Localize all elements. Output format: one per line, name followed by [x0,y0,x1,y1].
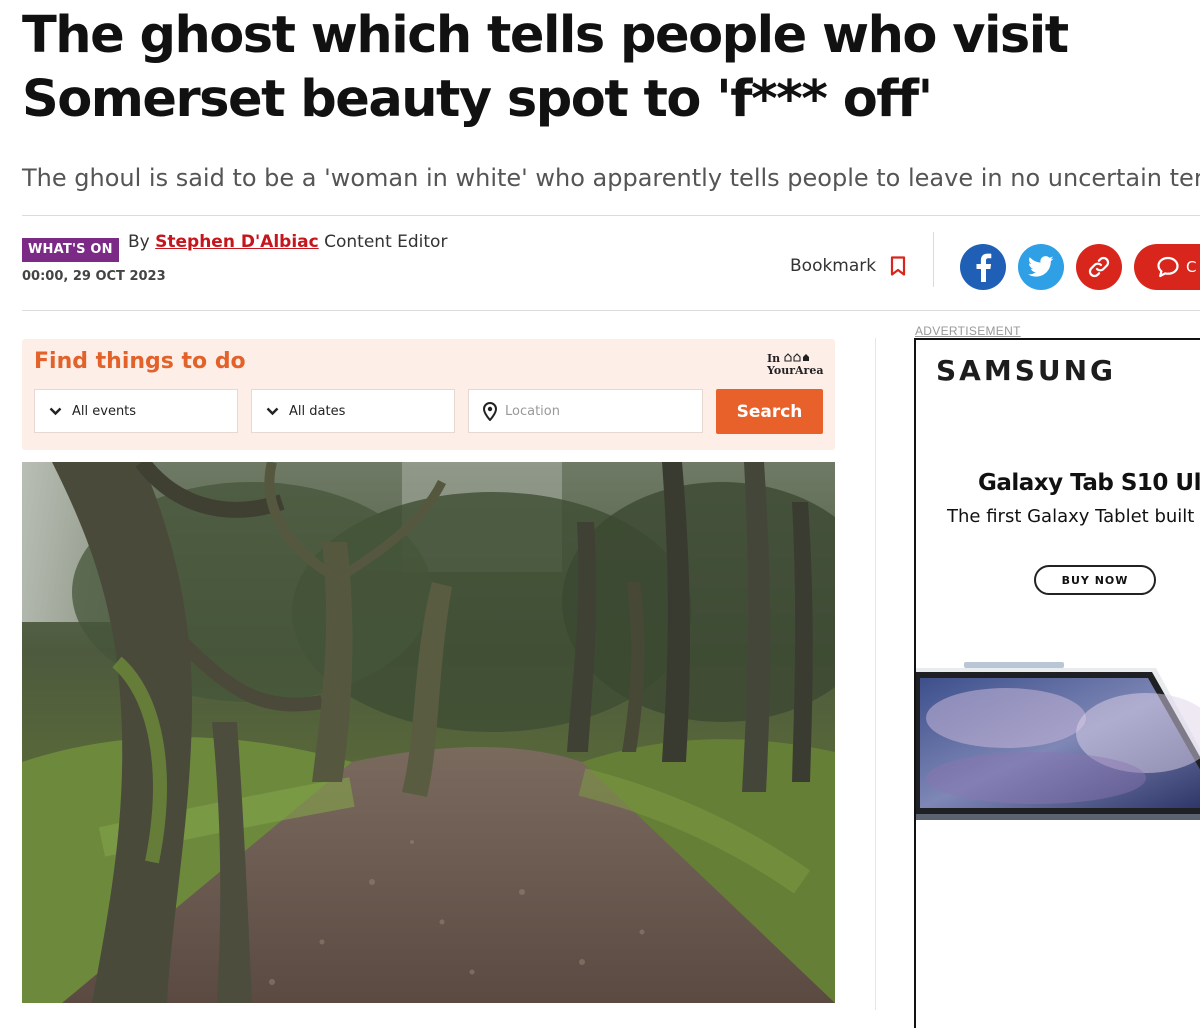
chevron-down-icon [49,407,62,416]
author-link[interactable]: Stephen D'Albiac [155,232,319,252]
location-placeholder: Location [505,403,560,419]
facebook-icon [972,252,994,282]
bookmark-icon [890,256,906,276]
dates-select[interactable]: All dates [251,389,455,433]
bookmark-label: Bookmark [790,256,877,276]
map-pin-icon [483,401,497,421]
samsung-advert[interactable]: SAMSUNG Galaxy Tab S10 Ultra The first G… [914,338,1200,1028]
sidebar-divider [875,338,876,1010]
author-role: Content Editor [324,232,448,252]
article-standfirst: The ghoul is said to be a 'woman in whit… [22,164,1200,192]
advert-product: Galaxy Tab S10 Ultra [978,470,1200,496]
speech-bubble-icon [1156,256,1180,278]
byline-prefix: By [128,232,150,252]
events-widget: Find things to do In YourArea All events… [22,339,835,450]
twitter-share-button[interactable] [1018,244,1064,290]
buy-now-button[interactable]: BUY NOW [1034,565,1156,595]
advertisement-label: ADVERTISEMENT [915,324,1021,338]
comments-label: C [1186,258,1197,276]
bookmark-button[interactable]: Bookmark [790,256,906,276]
events-select-value: All events [72,403,137,419]
dates-select-value: All dates [289,403,346,419]
byline: By Stephen D'Albiac Content Editor [128,232,447,252]
article-photo-woodland-path[interactable] [22,462,835,1003]
events-select[interactable]: All events [34,389,238,433]
facebook-share-button[interactable] [960,244,1006,290]
publish-date: 00:00, 29 OCT 2023 [22,269,166,284]
action-separator [933,232,934,287]
divider-bottom [22,310,1200,311]
article-headline: The ghost which tells people who visit S… [22,6,1069,129]
inyourarea-logo-line2: YourArea [767,364,824,377]
divider-top [22,215,1200,216]
chevron-down-icon [266,407,279,416]
link-icon [1087,255,1111,279]
section-badge[interactable]: WHAT'S ON [22,238,119,262]
location-input[interactable]: Location [468,389,703,433]
advert-brand-logo: SAMSUNG [936,354,1117,387]
search-button[interactable]: Search [716,389,823,434]
advert-tagline: The first Galaxy Tablet built [947,506,1195,527]
widget-title: Find things to do [34,349,246,374]
inyourarea-logo[interactable]: In YourArea [767,352,823,377]
twitter-bird-icon [1028,256,1054,278]
copy-link-button[interactable] [1076,244,1122,290]
comments-button[interactable]: C [1134,244,1200,290]
tablet-product-image [916,658,1200,833]
